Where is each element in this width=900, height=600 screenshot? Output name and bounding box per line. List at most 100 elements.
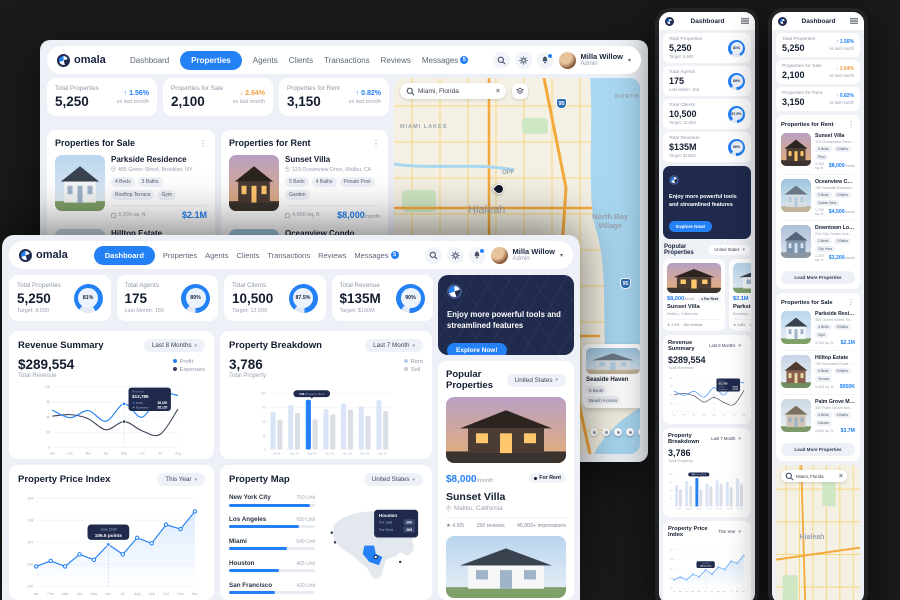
stat-card-total-agents: Total Agents175Last Month: 15689%	[663, 66, 751, 96]
map-poi-dot[interactable]	[638, 428, 640, 436]
user-avatar[interactable]	[559, 52, 576, 69]
property-list-item[interactable]: Parkside Residence 455 Green Street, Bro…	[55, 155, 207, 220]
period-dropdown[interactable]: Last 7 Month▾	[365, 339, 423, 352]
map-panel[interactable]: Miami, Florida× Hialeah	[776, 465, 860, 600]
chart-legend: Profit Expenses	[173, 357, 205, 379]
stat-value: 3,150	[287, 94, 340, 109]
us-map[interactable]: HoustonFor Sale200For Rent265	[322, 492, 423, 596]
svg-text:Dec 29: Dec 29	[727, 508, 732, 510]
search-icon[interactable]	[493, 52, 510, 69]
feature-tag: City View	[815, 246, 835, 252]
stat-change: ↑ 1.56%	[829, 39, 854, 45]
explore-now-button[interactable]: Explore Now!	[669, 221, 712, 232]
card-title: Revenue Summary	[18, 340, 104, 351]
map-poi-dot[interactable]	[602, 428, 610, 436]
map-poi-dot[interactable]	[590, 428, 598, 436]
load-more-button[interactable]: Load More Properties	[781, 271, 855, 284]
nav-item-dashboard[interactable]: Dashboard	[130, 56, 169, 65]
property-name: Oceanview Condo	[815, 179, 855, 185]
svg-text:0: 0	[264, 448, 266, 452]
map-search-input[interactable]: Miami, Florida ×	[400, 83, 506, 99]
notifications-bell-icon[interactable]	[469, 247, 486, 264]
property-list-item[interactable]: Downtown Loft Apartment 210 City Center …	[781, 221, 855, 266]
property-card[interactable]: $2.1M● For Sale Parkside ResidenceBrookl…	[729, 259, 751, 331]
svg-text:30: 30	[670, 498, 672, 500]
popular-properties-carousel[interactable]: $8,000/month● For Rent Sunset VillaMalib…	[663, 259, 751, 331]
price-index-card: Property Price Index This Year▾ 10510610…	[9, 465, 214, 600]
explore-now-button[interactable]: Explore Now!	[447, 343, 507, 355]
nav-item-transactions[interactable]: Transactions	[324, 56, 370, 65]
period-dropdown[interactable]: This Year▾	[157, 473, 205, 486]
svg-text:Houston: Houston	[379, 513, 397, 518]
property-list-item[interactable]: Hilltop Estate 700 Mountain Road, Denver…	[781, 351, 855, 395]
nav-item-reviews[interactable]: Reviews	[318, 251, 346, 260]
progress-ring: 87.5%	[289, 284, 318, 313]
period-dropdown[interactable]: Last 8 Months ▾	[704, 341, 746, 351]
clear-search-icon[interactable]: ×	[496, 88, 500, 95]
user-name: Milla Willow	[581, 53, 623, 61]
nav-item-clients[interactable]: Clients	[289, 56, 313, 65]
svg-text:Dec: Dec	[192, 592, 199, 596]
period-dropdown[interactable]: This Year ▾	[713, 527, 746, 537]
map-property-popup[interactable]: Seaside Haven 5 BedsBeach Access	[582, 344, 640, 408]
nav-item-dashboard[interactable]: Dashboard	[94, 246, 155, 265]
nav-item-clients[interactable]: Clients	[236, 251, 259, 260]
notifications-bell-icon[interactable]	[537, 52, 554, 69]
feature-tag: 2 Beds	[815, 238, 832, 244]
user-avatar[interactable]	[491, 247, 508, 264]
property-location: Malibu, California	[667, 311, 721, 316]
settings-gear-icon[interactable]	[515, 52, 532, 69]
property-list-item[interactable]: Sunset Villa 123 Oceanview Drive, Malibu…	[229, 155, 380, 220]
property-list-item[interactable]: Sunset Villa 123 Oceanview Drive, Malibu…	[781, 129, 855, 175]
stats-row-back: Total Properties5,250 ↑ 1.56%vs last mon…	[47, 78, 389, 116]
property-list-item[interactable]: Oceanview Condo 789 Seaside Boulevard, M…	[781, 175, 855, 221]
load-more-button[interactable]: Load More Properties	[781, 443, 855, 456]
map-layers-button[interactable]	[512, 83, 528, 99]
map-search-input[interactable]: Miami, Florida×	[781, 470, 847, 482]
kebab-menu-icon[interactable]: ⋮	[199, 139, 207, 148]
logo-icon	[57, 54, 70, 67]
nav-item-agents[interactable]: Agents	[253, 56, 278, 65]
progress-ring: 89%	[728, 73, 745, 90]
map-poi-dot[interactable]	[626, 428, 634, 436]
stat-card-total-revenue: Total Revenue$135MTarget: $150M 90%	[332, 275, 434, 321]
period-dropdown[interactable]: Last 7 Month ▾	[706, 434, 746, 444]
feature-tag: 5 Beds	[815, 146, 832, 152]
nav-item-reviews[interactable]: Reviews	[381, 56, 411, 65]
property-address: 700 Mountain Road, Denver, CO	[815, 362, 855, 366]
nav-item-properties[interactable]: Properties	[163, 251, 197, 260]
kebab-menu-icon[interactable]: ⋮	[372, 139, 380, 148]
highway-shield: 95	[556, 98, 567, 109]
chevron-down-icon[interactable]: ▾	[628, 57, 631, 64]
country-filter-dropdown[interactable]: United States▾	[364, 473, 423, 486]
kebab-menu-icon[interactable]: ⋮	[847, 120, 855, 129]
settings-gear-icon[interactable]	[447, 247, 464, 264]
property-list-item[interactable]: Palm Grove Mansion 330 Palm Grove Ave, M…	[781, 395, 855, 438]
property-card[interactable]: $8,000/month● For Rent Sunset VillaMalib…	[663, 259, 725, 331]
progress-percent: 90%	[401, 288, 421, 308]
svg-text:Jul 29: Jul 29	[273, 452, 281, 456]
nav-item-messages[interactable]: Messages5	[354, 251, 398, 260]
svg-text:12K: 12K	[670, 377, 674, 379]
nav-item-properties[interactable]: Properties	[180, 51, 242, 70]
hamburger-menu-icon[interactable]	[850, 18, 858, 24]
hamburger-menu-icon[interactable]	[741, 18, 749, 24]
kebab-menu-icon[interactable]: ⋮	[847, 298, 855, 307]
country-filter-dropdown[interactable]: United States ▾	[709, 245, 750, 255]
clear-search-icon[interactable]: ×	[839, 473, 843, 480]
property-list-item[interactable]: Parkside Residence 455 Green Street, Bro…	[781, 307, 855, 351]
nav-item-messages[interactable]: Messages5	[422, 56, 468, 65]
chevron-down-icon[interactable]: ▾	[560, 252, 563, 259]
property-price: $2.1M	[182, 210, 207, 220]
country-filter-dropdown[interactable]: United States▾	[507, 374, 566, 387]
map-poi-dot[interactable]	[614, 428, 622, 436]
svg-text:Jun: Jun	[105, 592, 111, 596]
nav-item-agents[interactable]: Agents	[205, 251, 228, 260]
progress-percent: 87.5%	[293, 288, 313, 308]
period-dropdown[interactable]: Last 8 Months▾	[144, 339, 205, 352]
feature-tag: 5 Beds	[285, 177, 309, 187]
svg-text:Mar: Mar	[85, 451, 91, 455]
nav-item-transactions[interactable]: Transactions	[267, 251, 310, 260]
search-icon[interactable]	[425, 247, 442, 264]
property-name: Sunset Villa	[446, 491, 566, 503]
